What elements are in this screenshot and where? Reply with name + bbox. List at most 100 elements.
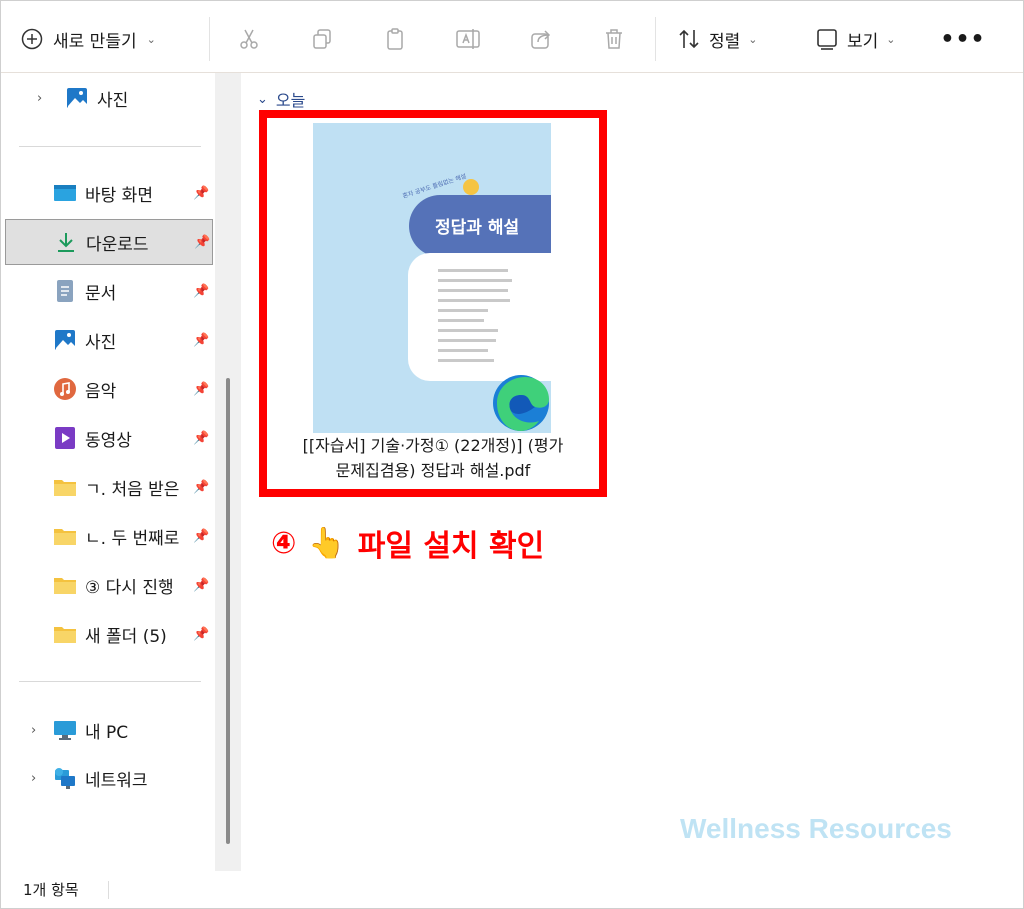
instruction-callout: ④ 👆 파일 설치 확인 <box>271 521 544 565</box>
pictures-icon <box>53 328 77 352</box>
sidebar-item-music[interactable]: 음악 📌 <box>5 366 213 412</box>
sidebar-item-this-pc[interactable]: › 내 PC <box>5 707 213 753</box>
new-button[interactable]: 새로 만들기 ⌄ <box>21 21 156 57</box>
sidebar-item-videos[interactable]: 동영상 📌 <box>5 415 213 461</box>
thumbnail-title: 정답과 해설 <box>435 218 520 238</box>
callout-text: 파일 설치 확인 <box>357 529 545 564</box>
music-icon <box>53 377 77 401</box>
file-name-line-1: [[자습서] 기술·가정① (22개정)] (평가 <box>302 436 564 455</box>
chevron-right-icon[interactable]: › <box>31 723 36 738</box>
sidebar-item-folder-3[interactable]: ③ 다시 진행 📌 <box>5 562 213 608</box>
more-options-button[interactable]: ••• <box>940 23 984 55</box>
sidebar-item-label: 다운로드 <box>86 234 149 255</box>
folder-icon <box>53 573 77 597</box>
group-header-today[interactable]: ⌄ 오늘 <box>257 87 305 111</box>
sidebar-item-label: 네트워크 <box>85 770 148 791</box>
toc-line <box>438 329 498 332</box>
folder-icon <box>53 475 77 499</box>
toolbar-divider <box>209 17 210 61</box>
copy-icon <box>313 29 331 49</box>
sidebar-item-folder-1[interactable]: ㄱ. 처음 받은 📌 <box>5 464 213 510</box>
pc-icon <box>53 718 77 742</box>
item-count: 1개 항목 <box>23 881 79 899</box>
folder-icon <box>53 524 77 548</box>
toolbar-divider <box>655 17 656 61</box>
sidebar-item-label: 새 폴더 (5) <box>85 626 167 647</box>
pin-icon[interactable]: 📌 <box>193 333 209 348</box>
sidebar-item-documents[interactable]: 문서 📌 <box>5 268 213 314</box>
step-number: ④ <box>271 525 297 561</box>
network-icon <box>53 766 77 790</box>
pin-icon[interactable]: 📌 <box>193 431 209 446</box>
sidebar-scrollbar-thumb[interactable] <box>226 378 230 844</box>
rename-button[interactable] <box>452 23 484 55</box>
sidebar-divider <box>19 681 201 682</box>
toc-line <box>438 299 510 302</box>
pin-icon[interactable]: 📌 <box>193 627 209 642</box>
video-icon <box>53 426 77 450</box>
share-button[interactable] <box>525 23 557 55</box>
view-button-label: 보기 <box>847 31 879 52</box>
desktop-icon <box>53 181 77 205</box>
toc-line <box>438 349 488 352</box>
paste-button[interactable] <box>379 23 411 55</box>
status-divider <box>108 881 109 899</box>
sidebar-item-pictures-top[interactable]: › 사진 <box>5 75 213 121</box>
sidebar-divider <box>19 146 201 147</box>
sort-button-label: 정렬 <box>709 31 741 52</box>
chevron-down-icon: ⌄ <box>146 32 156 46</box>
watermark-text: Wellness Resources <box>680 813 952 844</box>
delete-button[interactable] <box>598 23 630 55</box>
status-bar: 1개 항목 <box>1 871 1023 908</box>
sidebar-item-network[interactable]: › 네트워크 <box>5 755 213 801</box>
pin-icon[interactable]: 📌 <box>194 235 210 250</box>
chevron-right-icon[interactable]: › <box>31 771 36 786</box>
pin-icon[interactable]: 📌 <box>193 382 209 397</box>
pin-icon[interactable]: 📌 <box>193 284 209 299</box>
chevron-down-icon: ⌄ <box>748 32 758 46</box>
sidebar-item-desktop[interactable]: 바탕 화면 📌 <box>5 170 213 216</box>
pin-icon[interactable]: 📌 <box>193 529 209 544</box>
sidebar-item-label: 문서 <box>85 283 117 304</box>
rename-icon <box>456 29 480 49</box>
chevron-down-icon: ⌄ <box>886 32 896 46</box>
toc-line <box>438 309 488 312</box>
toc-line <box>438 289 508 292</box>
sidebar-item-label: 사진 <box>97 90 129 111</box>
thumbnail-contents-card <box>408 253 551 381</box>
sidebar-item-downloads[interactable]: 다운로드 📌 <box>5 219 213 265</box>
plus-circle-icon <box>21 28 43 50</box>
sidebar-item-label: ③ 다시 진행 <box>85 577 174 598</box>
view-button[interactable]: 보기 ⌄ <box>815 21 896 57</box>
sidebar-item-folder-4[interactable]: 새 폴더 (5) 📌 <box>5 611 213 657</box>
copy-button[interactable] <box>306 23 338 55</box>
pin-icon[interactable]: 📌 <box>193 578 209 593</box>
sidebar-item-label: ㄱ. 처음 받은 <box>85 479 180 500</box>
lightbulb-icon <box>463 179 479 195</box>
toc-line <box>438 339 496 342</box>
sidebar-item-pictures[interactable]: 사진 📌 <box>5 317 213 363</box>
sort-button[interactable]: 정렬 ⌄ <box>677 21 758 57</box>
cut-button[interactable] <box>233 23 265 55</box>
sort-arrows-icon <box>679 29 699 49</box>
file-thumbnail[interactable]: 혼자 공부도 틀림없는 해설 정답과 해설 <box>313 123 551 433</box>
pin-icon[interactable]: 📌 <box>193 186 209 201</box>
pin-icon[interactable]: 📌 <box>193 480 209 495</box>
share-icon <box>531 30 551 49</box>
sidebar-item-label: 사진 <box>85 332 117 353</box>
clipboard-icon <box>387 28 403 50</box>
navigation-pane: › 사진 바탕 화면 📌 다운로드 📌 문서 📌 사진 📌 음악 📌 동영상 📌… <box>1 73 215 871</box>
file-name[interactable]: [[자습서] 기술·가정① (22개정)] (평가 문제집겸용) 정답과 해설.… <box>273 433 593 483</box>
sidebar-item-folder-2[interactable]: ㄴ. 두 번째로 📌 <box>5 513 213 559</box>
sidebar-item-label: 음악 <box>85 381 117 402</box>
scissors-icon <box>240 29 258 49</box>
chevron-right-icon[interactable]: › <box>37 91 42 106</box>
sidebar-item-label: 바탕 화면 <box>85 185 153 206</box>
trash-icon <box>606 29 622 49</box>
document-icon <box>53 279 77 303</box>
download-icon <box>54 230 78 254</box>
toc-line <box>438 279 512 282</box>
toc-line <box>438 319 484 322</box>
group-header-label: 오늘 <box>275 91 306 110</box>
pointing-hand-icon: 👆 <box>308 525 346 561</box>
